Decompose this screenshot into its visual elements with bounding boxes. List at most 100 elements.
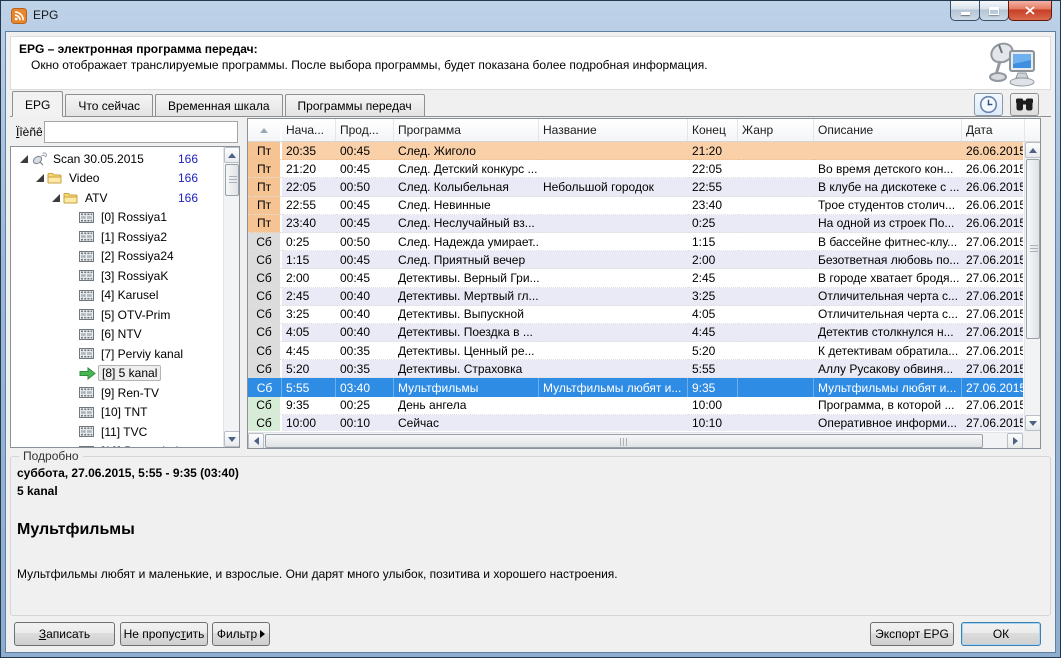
cell-dur: 00:45 [336, 197, 394, 215]
tree-item[interactable]: ATV166 [11, 188, 222, 208]
column-header-desc[interactable]: Описание [814, 119, 962, 141]
table-vscroll-thumb[interactable] [1026, 159, 1040, 339]
tree-item[interactable]: Scan 30.05.2015166 [11, 149, 222, 169]
tree-item[interactable]: [1] Rossiya2 [11, 227, 222, 247]
export-epg-button[interactable]: Экспорт EPG [870, 622, 954, 646]
cell-desc: Мультфильмы любят и... [814, 378, 962, 396]
scroll-right-button[interactable] [1007, 433, 1023, 449]
tree-scrollbar[interactable] [223, 147, 239, 447]
tree-item[interactable]: [11] TVC [11, 422, 222, 442]
cell-start: 4:05 [282, 324, 336, 342]
search-programs-button[interactable] [1010, 93, 1039, 116]
title-bar[interactable]: EPG [1, 1, 1060, 31]
column-header-program[interactable]: Программа [394, 119, 539, 141]
epg-row[interactable]: Пт22:5500:45След. Невинные23:40Трое студ… [248, 197, 1023, 215]
epg-row[interactable]: Сб5:5503:40МультфильмыМультфильмы любят … [248, 378, 1023, 396]
column-header-end[interactable]: Конец [688, 119, 738, 141]
record-button[interactable]: Записать [14, 622, 115, 646]
tree-item[interactable]: [12] Domashniy [11, 442, 222, 448]
expander-icon[interactable] [17, 152, 31, 166]
tab-now[interactable]: Что сейчас [65, 94, 153, 116]
minimize-button[interactable] [950, 1, 980, 21]
tree-item[interactable]: [6] NTV [11, 325, 222, 345]
filter-button[interactable]: Фильтр [212, 622, 270, 646]
close-button[interactable] [1008, 1, 1052, 21]
column-header-start[interactable]: Нача... [282, 119, 336, 141]
scroll-down-button[interactable] [224, 431, 240, 447]
tree-scrollbar-thumb[interactable] [225, 164, 239, 196]
maximize-button[interactable] [979, 1, 1009, 21]
tree-item[interactable]: [9] Ren-TV [11, 383, 222, 403]
scroll-left-button[interactable] [248, 433, 264, 449]
epg-row[interactable]: Сб10:0000:10Сейчас10:10Оперативное инфор… [248, 415, 1023, 431]
tree-item[interactable]: [0] Rossiya1 [11, 208, 222, 228]
cell-program: След. Надежда умирает... [394, 233, 539, 251]
scroll-up-button[interactable] [224, 147, 240, 163]
table-hscroll-thumb[interactable] [265, 434, 983, 448]
epg-row[interactable]: Сб2:0000:45Детективы. Верный Гри...2:45В… [248, 269, 1023, 287]
ok-button[interactable]: ОК [961, 622, 1041, 646]
epg-row[interactable]: Пт21:2000:45След. Детский конкурс ...22:… [248, 160, 1023, 178]
tab-timeline[interactable]: Временная шкала [155, 94, 283, 116]
cell-date: 27.06.2015 [962, 324, 1023, 342]
expander-icon[interactable] [33, 171, 47, 185]
tree-item[interactable]: [3] RossiyaK [11, 266, 222, 286]
timeline-clock-button[interactable] [974, 93, 1003, 116]
arrow-icon [79, 367, 98, 380]
epg-row[interactable]: Сб0:2500:50След. Надежда умирает...1:15В… [248, 233, 1023, 251]
cell-desc: На одной из строек По... [814, 215, 962, 233]
tree-item[interactable]: [4] Karusel [11, 286, 222, 306]
epg-row[interactable]: Сб5:2000:35Детективы. Страховка5:55Аллу … [248, 360, 1023, 378]
cell-end: 2:00 [688, 251, 738, 269]
epg-row[interactable]: Сб9:3500:25День ангела10:00Программа, в … [248, 397, 1023, 415]
cell-desc: К детективам обратила... [814, 342, 962, 360]
column-header-name[interactable]: Название [539, 119, 688, 141]
epg-row[interactable]: Сб1:1500:45След. Приятный вечер2:00Безот… [248, 251, 1023, 269]
cell-end: 10:10 [688, 415, 738, 431]
tree-item[interactable]: [10] TNT [11, 403, 222, 423]
tree-item[interactable]: [5] OTV-Prim [11, 305, 222, 325]
table-hscrollbar[interactable] [248, 432, 1023, 448]
film-icon [79, 387, 98, 398]
epg-row[interactable]: Сб4:0500:40Детективы. Поездка в ...4:45Д… [248, 324, 1023, 342]
tree-item-label: [4] Karusel [98, 288, 161, 302]
cell-start: 5:20 [282, 360, 336, 378]
cell-date: 27.06.2015 [962, 288, 1023, 306]
epg-row[interactable]: Сб3:2500:40Детективы. Выпускной4:05Отлич… [248, 306, 1023, 324]
expander-icon[interactable] [49, 191, 63, 205]
arrow-down-icon [228, 437, 236, 442]
cell-name [539, 215, 688, 233]
epg-row[interactable]: Сб4:4500:35Детективы. Ценный ре...5:20К … [248, 342, 1023, 360]
epg-row[interactable]: Пт23:4000:45След. Неслучайный вз...0:25Н… [248, 215, 1023, 233]
column-header-date[interactable]: Дата [962, 119, 1025, 141]
cell-date: 26.06.2015 [962, 215, 1023, 233]
scroll-up-button[interactable] [1025, 142, 1041, 158]
search-input[interactable] [44, 121, 238, 143]
tree-item[interactable]: [7] Perviy kanal [11, 344, 222, 364]
expander-spacer [65, 366, 79, 380]
tree-item[interactable]: [8] 5 kanal [11, 364, 222, 384]
tree-item-label: [7] Perviy kanal [98, 347, 186, 361]
epg-row[interactable]: Пт20:3500:45След. Жиголо21:2026.06.2015 [248, 142, 1023, 160]
channel-tree-panel: Scan 30.05.2015166Video166ATV166[0] Ross… [10, 146, 240, 448]
column-header-dur[interactable]: Прод... [336, 119, 394, 141]
scroll-down-button[interactable] [1025, 415, 1041, 431]
table-vscrollbar[interactable] [1024, 142, 1040, 431]
maximize-icon [989, 7, 999, 15]
details-legend: Подробно [19, 449, 83, 463]
tree-item[interactable]: [2] Rossiya24 [11, 247, 222, 267]
epg-table: Нача...Прод...ПрограммаНазваниеКонецЖанр… [247, 118, 1041, 449]
tab-schedule[interactable]: Программы передач [285, 94, 425, 116]
folder-icon [47, 172, 66, 184]
tree-item[interactable]: Video166 [11, 169, 222, 189]
column-header-genre[interactable]: Жанр [738, 119, 814, 141]
cell-genre [738, 378, 814, 396]
column-header-day[interactable] [248, 119, 282, 141]
cell-name [539, 306, 688, 324]
epg-row[interactable]: Сб2:4500:40Детективы. Мертвый гл...3:25О… [248, 288, 1023, 306]
epg-row[interactable]: Пт22:0500:50След. КолыбельнаяНебольшой г… [248, 178, 1023, 196]
tab-epg[interactable]: EPG [12, 91, 63, 117]
dont-miss-button[interactable]: Не пропустить [120, 622, 208, 646]
cell-end: 2:45 [688, 269, 738, 287]
tree-item-label: ATV [82, 191, 110, 205]
